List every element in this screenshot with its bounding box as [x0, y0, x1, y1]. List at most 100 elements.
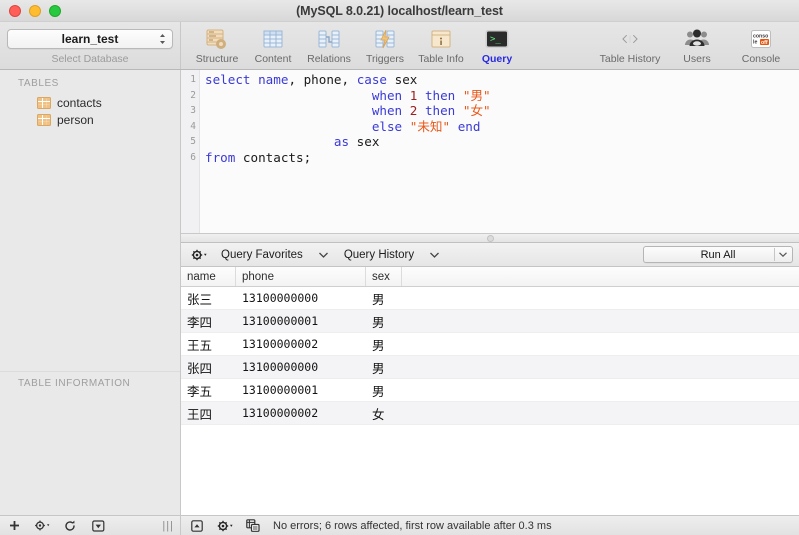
cell-phone[interactable]: 13100000001 [236, 379, 366, 401]
cell-filler [402, 356, 799, 378]
tab-table-info-label: Table Info [418, 52, 464, 65]
tab-structure[interactable]: Structure [190, 24, 244, 68]
relations-icon [316, 27, 342, 51]
cell-filler [402, 333, 799, 355]
query-toolbar: Query Favorites Query History Run All [181, 243, 799, 267]
tab-table-info[interactable]: Table Info [414, 24, 468, 68]
chevron-updown-icon [159, 33, 166, 44]
cell-phone[interactable]: 13100000000 [236, 287, 366, 309]
table-row[interactable]: 王五 13100000002 男 [181, 333, 799, 356]
cell-sex[interactable]: 男 [366, 356, 402, 378]
tab-triggers[interactable]: Triggers [358, 24, 412, 68]
run-all-button[interactable]: Run All [643, 246, 793, 263]
cell-sex[interactable]: 女 [366, 402, 402, 424]
table-row[interactable]: 张三 13100000000 男 [181, 287, 799, 310]
cell-name[interactable]: 王四 [181, 402, 236, 424]
splitter-knob-icon [486, 234, 494, 242]
status-message: No errors; 6 rows affected, first row av… [273, 519, 552, 532]
sql-token: contacts; [235, 149, 312, 165]
toolbar-tabs: Structure Content Relations Triggers Tab… [181, 22, 597, 69]
table-actions-gear-button[interactable] [28, 516, 56, 535]
tables-section-header: TABLES [18, 78, 59, 89]
sequel-pro-window: (MySQL 8.0.21) localhost/learn_test lear… [0, 0, 799, 535]
main-toolbar: learn_test Select Database Structure Con… [0, 22, 799, 70]
table-information-body [0, 395, 180, 515]
tab-relations[interactable]: Relations [302, 24, 356, 68]
results-settings-gear-button[interactable] [211, 520, 239, 532]
table-information-header: TABLE INFORMATION [0, 371, 180, 395]
sidebar-item-label: contacts [57, 95, 102, 110]
svg-text:>_: >_ [490, 34, 501, 44]
sql-token: select [205, 72, 251, 87]
sql-code-text[interactable]: select name, phone, case sex when 1 then… [200, 70, 799, 233]
sql-token: from [205, 149, 236, 165]
sql-token: then [424, 87, 456, 103]
sidebar-item-person[interactable]: person [0, 111, 180, 128]
console-button[interactable]: conso le off Console [731, 24, 791, 68]
cell-name[interactable]: 李五 [181, 379, 236, 401]
users-button[interactable]: Users [667, 24, 727, 68]
query-history-label: Query History [343, 248, 415, 261]
sql-token: sex [349, 134, 380, 150]
table-row[interactable]: 王四 13100000002 女 [181, 402, 799, 425]
minimize-button[interactable] [29, 4, 41, 17]
cell-phone[interactable]: 13100000002 [236, 402, 366, 424]
cell-phone[interactable]: 13100000000 [236, 356, 366, 378]
cell-sex[interactable]: 男 [366, 379, 402, 401]
cell-name[interactable]: 张四 [181, 356, 236, 378]
cell-filler [402, 379, 799, 401]
editor-results-splitter[interactable] [181, 233, 799, 243]
refresh-tables-button[interactable] [56, 516, 84, 535]
cell-sex[interactable]: 男 [366, 333, 402, 355]
tab-content[interactable]: Content [246, 24, 300, 68]
column-header-name[interactable]: name [181, 267, 236, 286]
table-icon [37, 96, 51, 109]
content-icon [260, 27, 286, 51]
filter-tables-button[interactable] [84, 516, 112, 535]
sidebar-item-contacts[interactable]: contacts [0, 94, 180, 111]
cell-name[interactable]: 张三 [181, 287, 236, 309]
cell-name[interactable]: 李四 [181, 310, 236, 332]
chevron-down-icon[interactable] [779, 252, 787, 257]
console-label: Console [741, 52, 781, 65]
export-results-button[interactable] [239, 519, 267, 532]
sidebar-footer-toolbar: ||| [0, 515, 180, 535]
select-database-dropdown[interactable]: learn_test [7, 28, 173, 49]
toggle-panel-button[interactable] [183, 519, 211, 532]
query-editor[interactable]: 1 2 3 4 5 6 select name, phone, case sex… [181, 70, 799, 233]
column-header-sex[interactable]: sex [366, 267, 402, 286]
tab-query[interactable]: >_ Query [470, 24, 524, 68]
window-body: TABLES contacts person TABLE INFORMATION [0, 70, 799, 535]
table-history-button[interactable]: Table History [597, 24, 663, 68]
table-info-icon [428, 27, 454, 51]
sidebar-resize-grip[interactable]: ||| [162, 520, 174, 532]
query-settings-gear-button[interactable] [187, 249, 217, 261]
query-history-dropdown[interactable]: Query History [340, 249, 451, 261]
table-row[interactable]: 李四 13100000001 男 [181, 310, 799, 333]
cell-phone[interactable]: 13100000002 [236, 333, 366, 355]
maximize-button[interactable] [49, 4, 61, 17]
add-table-button[interactable] [0, 516, 28, 535]
table-history-label: Table History [599, 52, 661, 65]
cell-name[interactable]: 王五 [181, 333, 236, 355]
sql-token: "男" [462, 87, 491, 103]
main-panel: 1 2 3 4 5 6 select name, phone, case sex… [181, 70, 799, 535]
close-button[interactable] [9, 4, 21, 17]
query-favorites-dropdown[interactable]: Query Favorites [217, 249, 340, 261]
tab-content-label: Content [254, 52, 292, 65]
table-row[interactable]: 张四 13100000000 男 [181, 356, 799, 379]
column-header-phone[interactable]: phone [236, 267, 366, 286]
status-bar: No errors; 6 rows affected, first row av… [181, 515, 799, 535]
svg-text:off: off [761, 39, 768, 45]
cell-sex[interactable]: 男 [366, 310, 402, 332]
tab-triggers-label: Triggers [365, 52, 405, 65]
cell-sex[interactable]: 男 [366, 287, 402, 309]
cell-phone[interactable]: 13100000001 [236, 310, 366, 332]
table-row[interactable]: 李五 13100000001 男 [181, 379, 799, 402]
